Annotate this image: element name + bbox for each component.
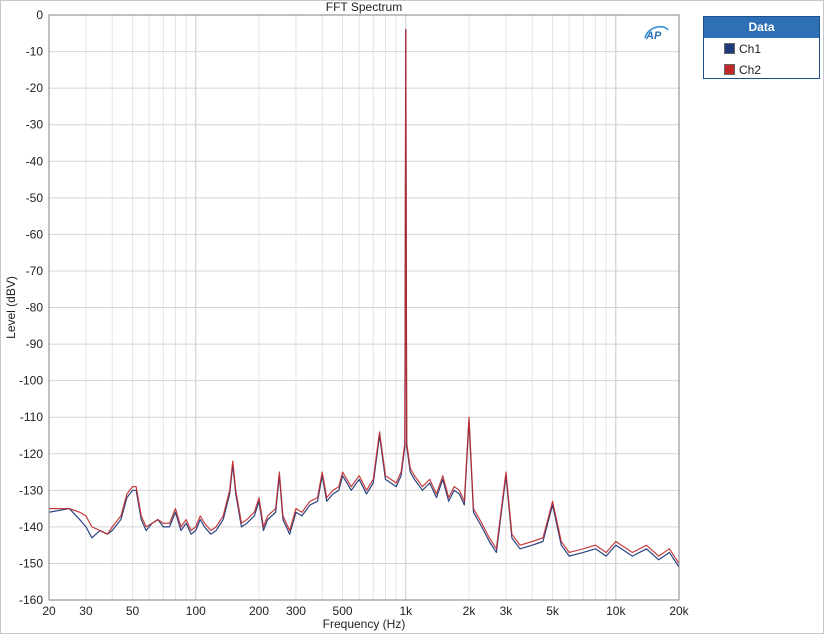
- series-line-ch2: [49, 29, 680, 564]
- legend-swatch-ch2: [724, 64, 735, 75]
- x-tick-label: 300: [286, 604, 306, 618]
- y-tick-label: -50: [26, 191, 44, 205]
- y-tick-label: -100: [19, 374, 43, 388]
- y-axis-title: Level (dBV): [4, 276, 18, 339]
- y-tick-label: -150: [19, 556, 43, 570]
- y-tick-label: -160: [19, 593, 43, 607]
- legend-item-ch1[interactable]: Ch1: [704, 38, 819, 59]
- legend-label-ch2: Ch2: [739, 62, 762, 77]
- legend: Data Ch1 Ch2: [703, 16, 820, 79]
- legend-item-ch2[interactable]: Ch2: [704, 59, 819, 80]
- y-tick-label: -140: [19, 520, 43, 534]
- x-tick-label: 20k: [669, 604, 689, 618]
- y-tick-label: -120: [19, 447, 43, 461]
- x-tick-label: 200: [249, 604, 269, 618]
- y-tick-label: -130: [19, 483, 43, 497]
- y-tick-label: -70: [26, 264, 44, 278]
- x-tick-label: 1k: [399, 604, 413, 618]
- x-tick-label: 3k: [500, 604, 514, 618]
- y-tick-label: -60: [26, 227, 44, 241]
- x-tick-label: 10k: [606, 604, 626, 618]
- x-tick-label: 500: [333, 604, 353, 618]
- x-tick-label: 50: [126, 604, 140, 618]
- y-tick-label: -110: [20, 410, 43, 424]
- legend-title: Data: [704, 17, 819, 38]
- x-tick-label: 100: [186, 604, 206, 618]
- y-tick-label: -30: [26, 118, 44, 132]
- chart-title: FFT Spectrum: [326, 0, 402, 14]
- y-tick-label: -40: [26, 154, 44, 168]
- y-tick-label: 0: [36, 8, 43, 22]
- legend-swatch-ch1: [724, 43, 735, 54]
- y-tick-label: -20: [26, 81, 44, 95]
- series-layer: [48, 29, 680, 568]
- x-tick-label: 20: [42, 604, 56, 618]
- x-axis-title: Frequency (Hz): [323, 617, 406, 631]
- x-tick-label: 30: [79, 604, 93, 618]
- x-tick-label: 2k: [463, 604, 477, 618]
- fft-chart: 20 30 50 100 200 300 500 1k 2k 3k 5k 10k 20k 0 -10 -20 -…: [4, 0, 690, 631]
- y-tick-label: -80: [26, 301, 44, 315]
- y-tick-label: -10: [26, 45, 44, 59]
- grid: [48, 14, 680, 601]
- audio-precision-logo-icon: AP: [644, 25, 669, 42]
- legend-label-ch1: Ch1: [739, 41, 762, 56]
- svg-text:AP: AP: [645, 30, 662, 42]
- x-tick-label: 5k: [546, 604, 560, 618]
- y-tick-label: -90: [26, 337, 44, 351]
